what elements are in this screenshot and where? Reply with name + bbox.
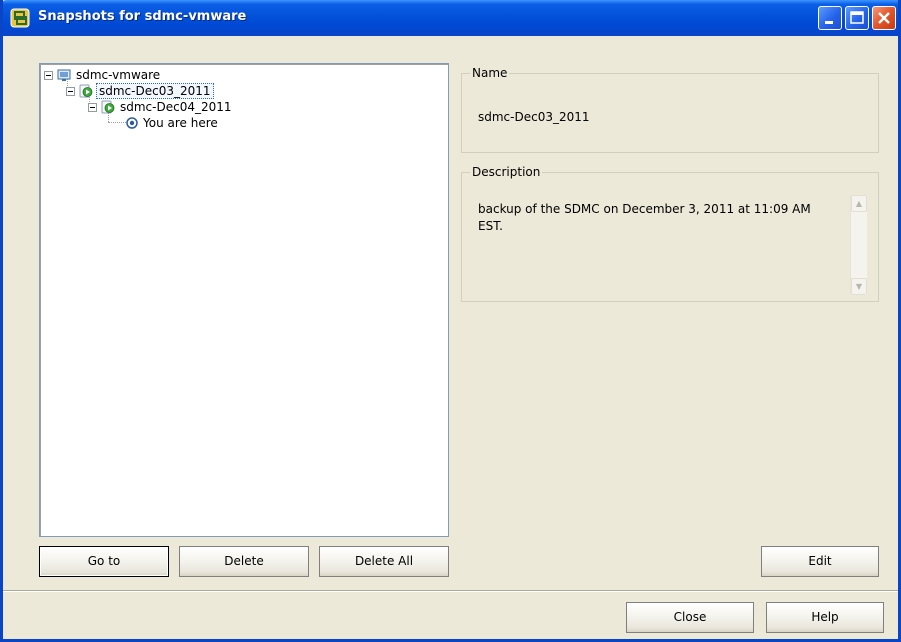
tree-connector [108,122,126,123]
scroll-up-icon[interactable]: ▲ [851,195,867,212]
close-window-button[interactable] [872,6,896,30]
footer-separator [3,590,898,592]
snapshot-icon [101,100,115,114]
edit-button[interactable]: Edit [761,546,879,577]
snapshots-dialog: Snapshots for sdmc-vmware sdmc-vmware sd… [0,0,901,642]
description-legend: Description [470,164,543,180]
snapshot-description-text: backup of the SDMC on December 3, 2011 a… [478,202,811,233]
title-bar[interactable]: Snapshots for sdmc-vmware [3,0,898,36]
name-legend: Name [470,65,510,81]
description-scrollbar[interactable]: ▲ ▼ [850,195,867,295]
window-title: Snapshots for sdmc-vmware [38,9,247,24]
minimize-button[interactable] [818,6,842,30]
delete-button[interactable]: Delete [179,546,309,577]
collapse-icon[interactable] [44,71,53,80]
tree-node-label: sdmc-vmware [76,68,161,82]
maximize-button[interactable] [845,6,869,30]
collapse-icon[interactable] [88,103,97,112]
delete-all-button[interactable]: Delete All [319,546,449,577]
snapshot-icon [79,84,93,98]
description-groupbox: Description backup of the SDMC on Decemb… [461,164,879,302]
name-groupbox: Name sdmc-Dec03_2011 [461,65,879,153]
go-to-button[interactable]: Go to [39,546,169,577]
collapse-icon[interactable] [66,87,75,96]
tree-node-label: You are here [143,116,218,130]
minimize-icon [825,21,833,24]
tree-node-label: sdmc-Dec03_2011 [96,83,214,99]
virtual-machine-icon [57,68,71,82]
close-button[interactable]: Close [626,602,754,633]
maximize-icon [850,11,864,24]
help-button[interactable]: Help [766,602,884,633]
snapshot-tree[interactable]: sdmc-vmware sdmc-Dec03_2011 sdmc-Dec04_2… [39,63,449,537]
you-are-here-icon [126,117,138,129]
scroll-down-icon[interactable]: ▼ [851,278,867,295]
tree-node-label: sdmc-Dec04_2011 [120,100,232,114]
snapshot-name-value: sdmc-Dec03_2011 [478,110,590,124]
close-icon [878,12,890,24]
vsphere-app-icon [10,8,30,28]
